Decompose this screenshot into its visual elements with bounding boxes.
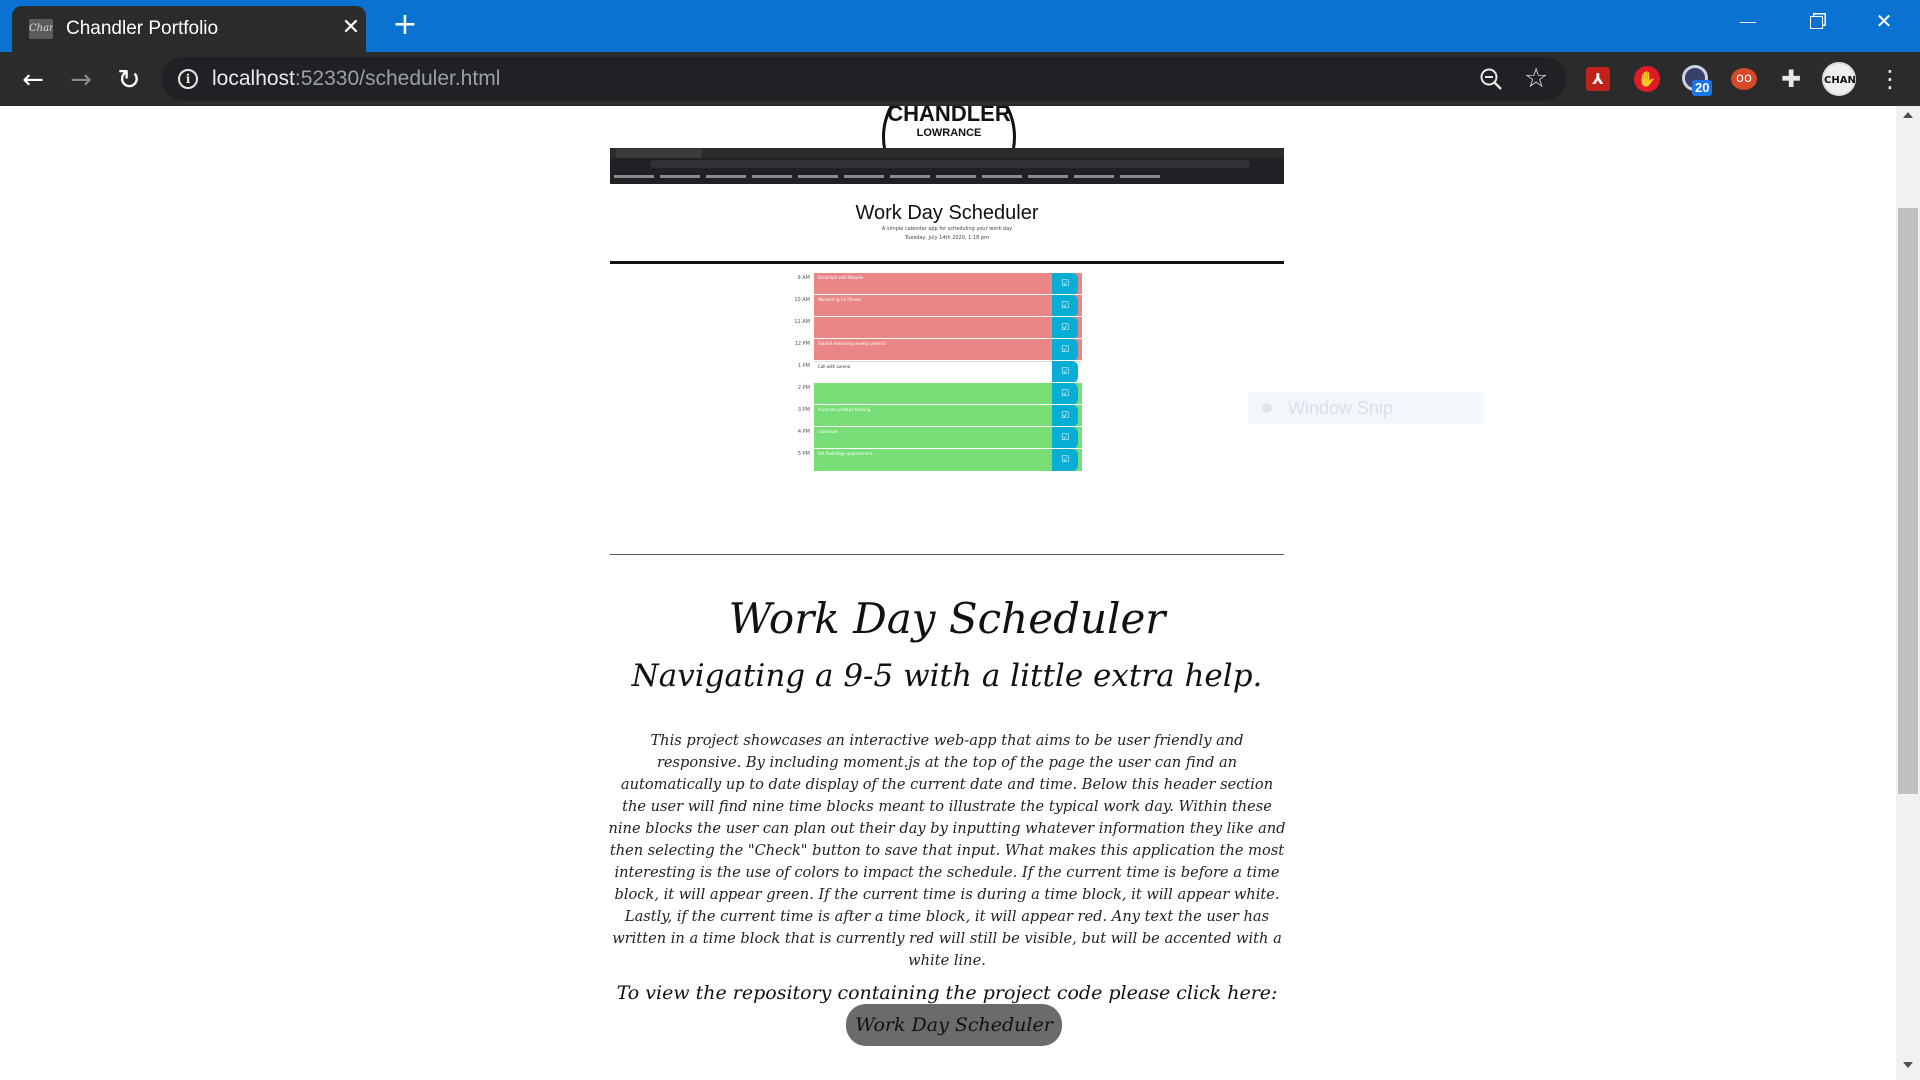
address-bar[interactable]: i localhost:52330/scheduler.html ☆ (162, 57, 1566, 101)
acrobat-extension-icon[interactable]: ⅄ (1583, 64, 1613, 94)
url-path: :52330/scheduler.html (294, 67, 501, 90)
extensions-puzzle-icon[interactable]: ✚ (1776, 64, 1806, 94)
time-block-textarea[interactable]: Workout @ LA Fitness (814, 295, 1082, 317)
screenshot-divider (610, 261, 1284, 264)
scroll-up-arrow-icon[interactable] (1903, 112, 1913, 118)
tab-close-icon[interactable]: ✕ (338, 15, 364, 41)
url-text[interactable]: localhost:52330/scheduler.html (212, 67, 500, 91)
zoom-out-icon[interactable] (1478, 66, 1504, 92)
badge-extension-icon[interactable]: 20 (1680, 64, 1713, 96)
time-block-row: 5 PM Vet Radiology appointment ☑ (786, 448, 1086, 471)
scroll-down-arrow-icon[interactable] (1903, 1062, 1913, 1068)
time-block-textarea[interactable]: Submit remaining weekly projects (814, 339, 1082, 361)
restore-icon[interactable] (1788, 6, 1844, 36)
url-host: localhost (212, 67, 295, 90)
project-title: Work Day Scheduler (728, 594, 1166, 643)
save-check-icon[interactable]: ☑ (1052, 295, 1078, 317)
save-check-icon[interactable]: ☑ (1052, 405, 1078, 427)
time-block-hour: 12 PM (794, 341, 810, 347)
time-block-textarea[interactable]: In-person product training (814, 405, 1082, 427)
time-block-hour: 3 PM (797, 407, 810, 413)
time-block-hour: 11 AM (794, 319, 810, 325)
time-block-row: 11 AM ☑ (786, 316, 1086, 339)
time-block-row: 10 AM Workout @ LA Fitness ☑ (786, 294, 1086, 317)
time-block-row: 12 PM Submit remaining weekly projects ☑ (786, 338, 1086, 361)
time-block-row: 9 AM Breakfast with Mikaela ☑ (786, 272, 1086, 295)
browser-tab[interactable]: Chan Chandler Portfolio ✕ (12, 6, 366, 52)
save-check-icon[interactable]: ☑ (1052, 317, 1078, 339)
section-divider (610, 554, 1284, 555)
browser-titlebar: Chan Chandler Portfolio ✕ + ✕ (0, 0, 1920, 52)
time-block-textarea[interactable]: Vet Radiology appointment (814, 449, 1082, 471)
time-block-note: Workout @ LA Fitness (818, 297, 862, 302)
snip-label: Window Snip (1288, 398, 1394, 418)
repository-prompt: To view the repository containing the pr… (616, 982, 1278, 1004)
logo-subname: LOWRANCE (916, 127, 982, 139)
scroll-thumb[interactable] (1898, 208, 1918, 794)
time-block-note: Breakfast with Mikaela (818, 275, 864, 280)
time-block-row: 1 PM Call with Lorena ☑ (786, 360, 1086, 383)
time-block-hour: 10 AM (794, 297, 810, 303)
save-check-icon[interactable]: ☑ (1052, 449, 1078, 471)
page-scrollbar[interactable] (1896, 106, 1920, 1080)
snip-dot-icon (1262, 403, 1272, 413)
extension-badge-count: 20 (1692, 80, 1713, 96)
new-tab-icon[interactable]: + (390, 10, 420, 40)
time-block-note: Submit remaining weekly projects (818, 341, 887, 346)
tab-title: Chandler Portfolio (66, 18, 219, 39)
time-block-textarea[interactable] (814, 317, 1082, 339)
time-block-row: 2 PM ☑ (786, 382, 1086, 405)
time-block-note: Commute (818, 429, 838, 434)
profile-avatar[interactable]: CHAN (1822, 62, 1856, 96)
time-block-list: 9 AM Breakfast with Mikaela ☑ 10 AM Workout … (786, 272, 1086, 471)
time-block-hour: 2 PM (797, 385, 810, 391)
logo-name: CHANDLER (887, 106, 1011, 126)
forward-arrow-icon[interactable]: → (64, 63, 98, 97)
screenshot-title: Work Day Scheduler (855, 202, 1039, 224)
screenshot-subtitle: A simple calendar app for scheduling you… (881, 226, 1013, 232)
save-check-icon[interactable]: ☑ (1052, 427, 1078, 449)
window-snip-overlay: Window Snip (1248, 392, 1484, 424)
browser-menu-icon[interactable]: ⋮ (1878, 62, 1902, 96)
project-description: This project showcases an interactive we… (608, 732, 1286, 969)
time-block-note: In-person product training (818, 407, 871, 412)
time-block-hour: 5 PM (797, 451, 810, 457)
time-block-hour: 1 PM (797, 363, 810, 369)
project-screenshot: Work Day Scheduler A simple calendar app… (610, 148, 1284, 494)
time-block-row: 4 PM Commute ☑ (786, 426, 1086, 449)
adblock-extension-icon[interactable]: ✋ (1632, 64, 1662, 94)
screenshot-date: Tuesday, July 14th 2020, 1:18 pm (905, 235, 989, 241)
reload-icon[interactable]: ↻ (112, 63, 146, 97)
page-viewport: CHANDLER LOWRANCE Work Day Scheduler A s… (0, 106, 1896, 1080)
time-block-hour: 4 PM (797, 429, 810, 435)
project-subtitle: Navigating a 9-5 with a little extra hel… (631, 658, 1263, 694)
save-check-icon[interactable]: ☑ (1052, 361, 1078, 383)
time-block-textarea[interactable] (814, 383, 1082, 405)
time-block-note: Call with Lorena (818, 364, 851, 369)
time-block-textarea[interactable]: Breakfast with Mikaela (814, 273, 1082, 295)
tab-favicon-icon: Chan (29, 19, 53, 39)
time-block-hour: 9 AM (797, 275, 810, 281)
save-check-icon[interactable]: ☑ (1052, 383, 1078, 405)
time-block-note: Vet Radiology appointment (818, 451, 873, 456)
back-arrow-icon[interactable]: ← (16, 63, 50, 97)
site-info-icon[interactable]: i (178, 69, 198, 89)
bookmark-star-icon[interactable]: ☆ (1524, 62, 1548, 96)
minimize-icon[interactable] (1720, 6, 1776, 36)
save-check-icon[interactable]: ☑ (1052, 273, 1078, 295)
time-block-textarea[interactable]: Call with Lorena (814, 361, 1082, 383)
time-block-textarea[interactable]: Commute (814, 427, 1082, 449)
time-block-row: 3 PM In-person product training ☑ (786, 404, 1086, 427)
window-close-icon[interactable]: ✕ (1856, 6, 1912, 36)
screenshot-browser-chrome (610, 148, 1284, 184)
repository-button[interactable]: Work Day Scheduler (846, 1004, 1062, 1046)
eyes-extension-icon[interactable]: oo (1729, 64, 1759, 94)
save-check-icon[interactable]: ☑ (1052, 339, 1078, 361)
